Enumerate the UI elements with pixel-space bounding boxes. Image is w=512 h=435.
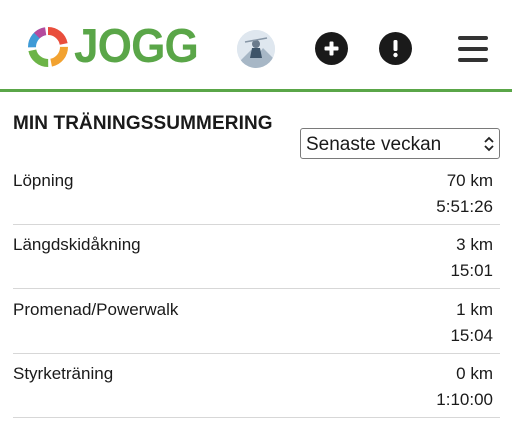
top-navigation-bar: JOGG	[0, 0, 512, 92]
jogg-ring-logo-icon	[28, 27, 68, 67]
hamburger-menu-icon[interactable]	[458, 36, 488, 62]
period-select[interactable]: Senaste veckan	[300, 128, 500, 159]
activity-name: Styrketräning	[13, 364, 114, 383]
logo-text: JOGG	[74, 20, 199, 73]
activity-distance: 3 km	[456, 235, 493, 254]
period-selected-value: Senaste veckan	[306, 134, 442, 155]
summary-row: Styrketräning 0 km 1:10:00	[13, 353, 500, 418]
activity-name: Längdskidåkning	[13, 235, 141, 254]
activity-distance: 70 km	[446, 171, 493, 190]
activity-distance: 1 km	[456, 300, 493, 319]
avatar-photo-icon	[237, 30, 275, 68]
activity-time: 5:51:26	[436, 197, 493, 216]
activity-time: 15:01	[450, 261, 493, 280]
page-title: MIN TRÄNINGSSUMMERING	[13, 113, 273, 134]
summary-row: Löpning 70 km 5:51:26	[13, 160, 500, 225]
activity-name: Promenad/Powerwalk	[13, 300, 179, 319]
jogg-logo[interactable]: JOGG	[26, 20, 209, 73]
notifications-button[interactable]	[379, 32, 412, 65]
activity-time: 15:04	[450, 326, 493, 345]
exclamation-icon	[393, 40, 398, 58]
activity-time: 1:10:00	[436, 390, 493, 409]
add-activity-button[interactable]	[315, 32, 348, 65]
activity-distance: 0 km	[456, 364, 493, 383]
activity-name: Löpning	[13, 171, 74, 190]
summary-row: Promenad/Powerwalk 1 km 15:04	[13, 289, 500, 354]
chevron-up-down-icon	[484, 136, 494, 152]
summary-row: Längdskidåkning 3 km 15:01	[13, 224, 500, 289]
user-avatar[interactable]	[237, 30, 275, 68]
plus-icon	[324, 41, 339, 56]
